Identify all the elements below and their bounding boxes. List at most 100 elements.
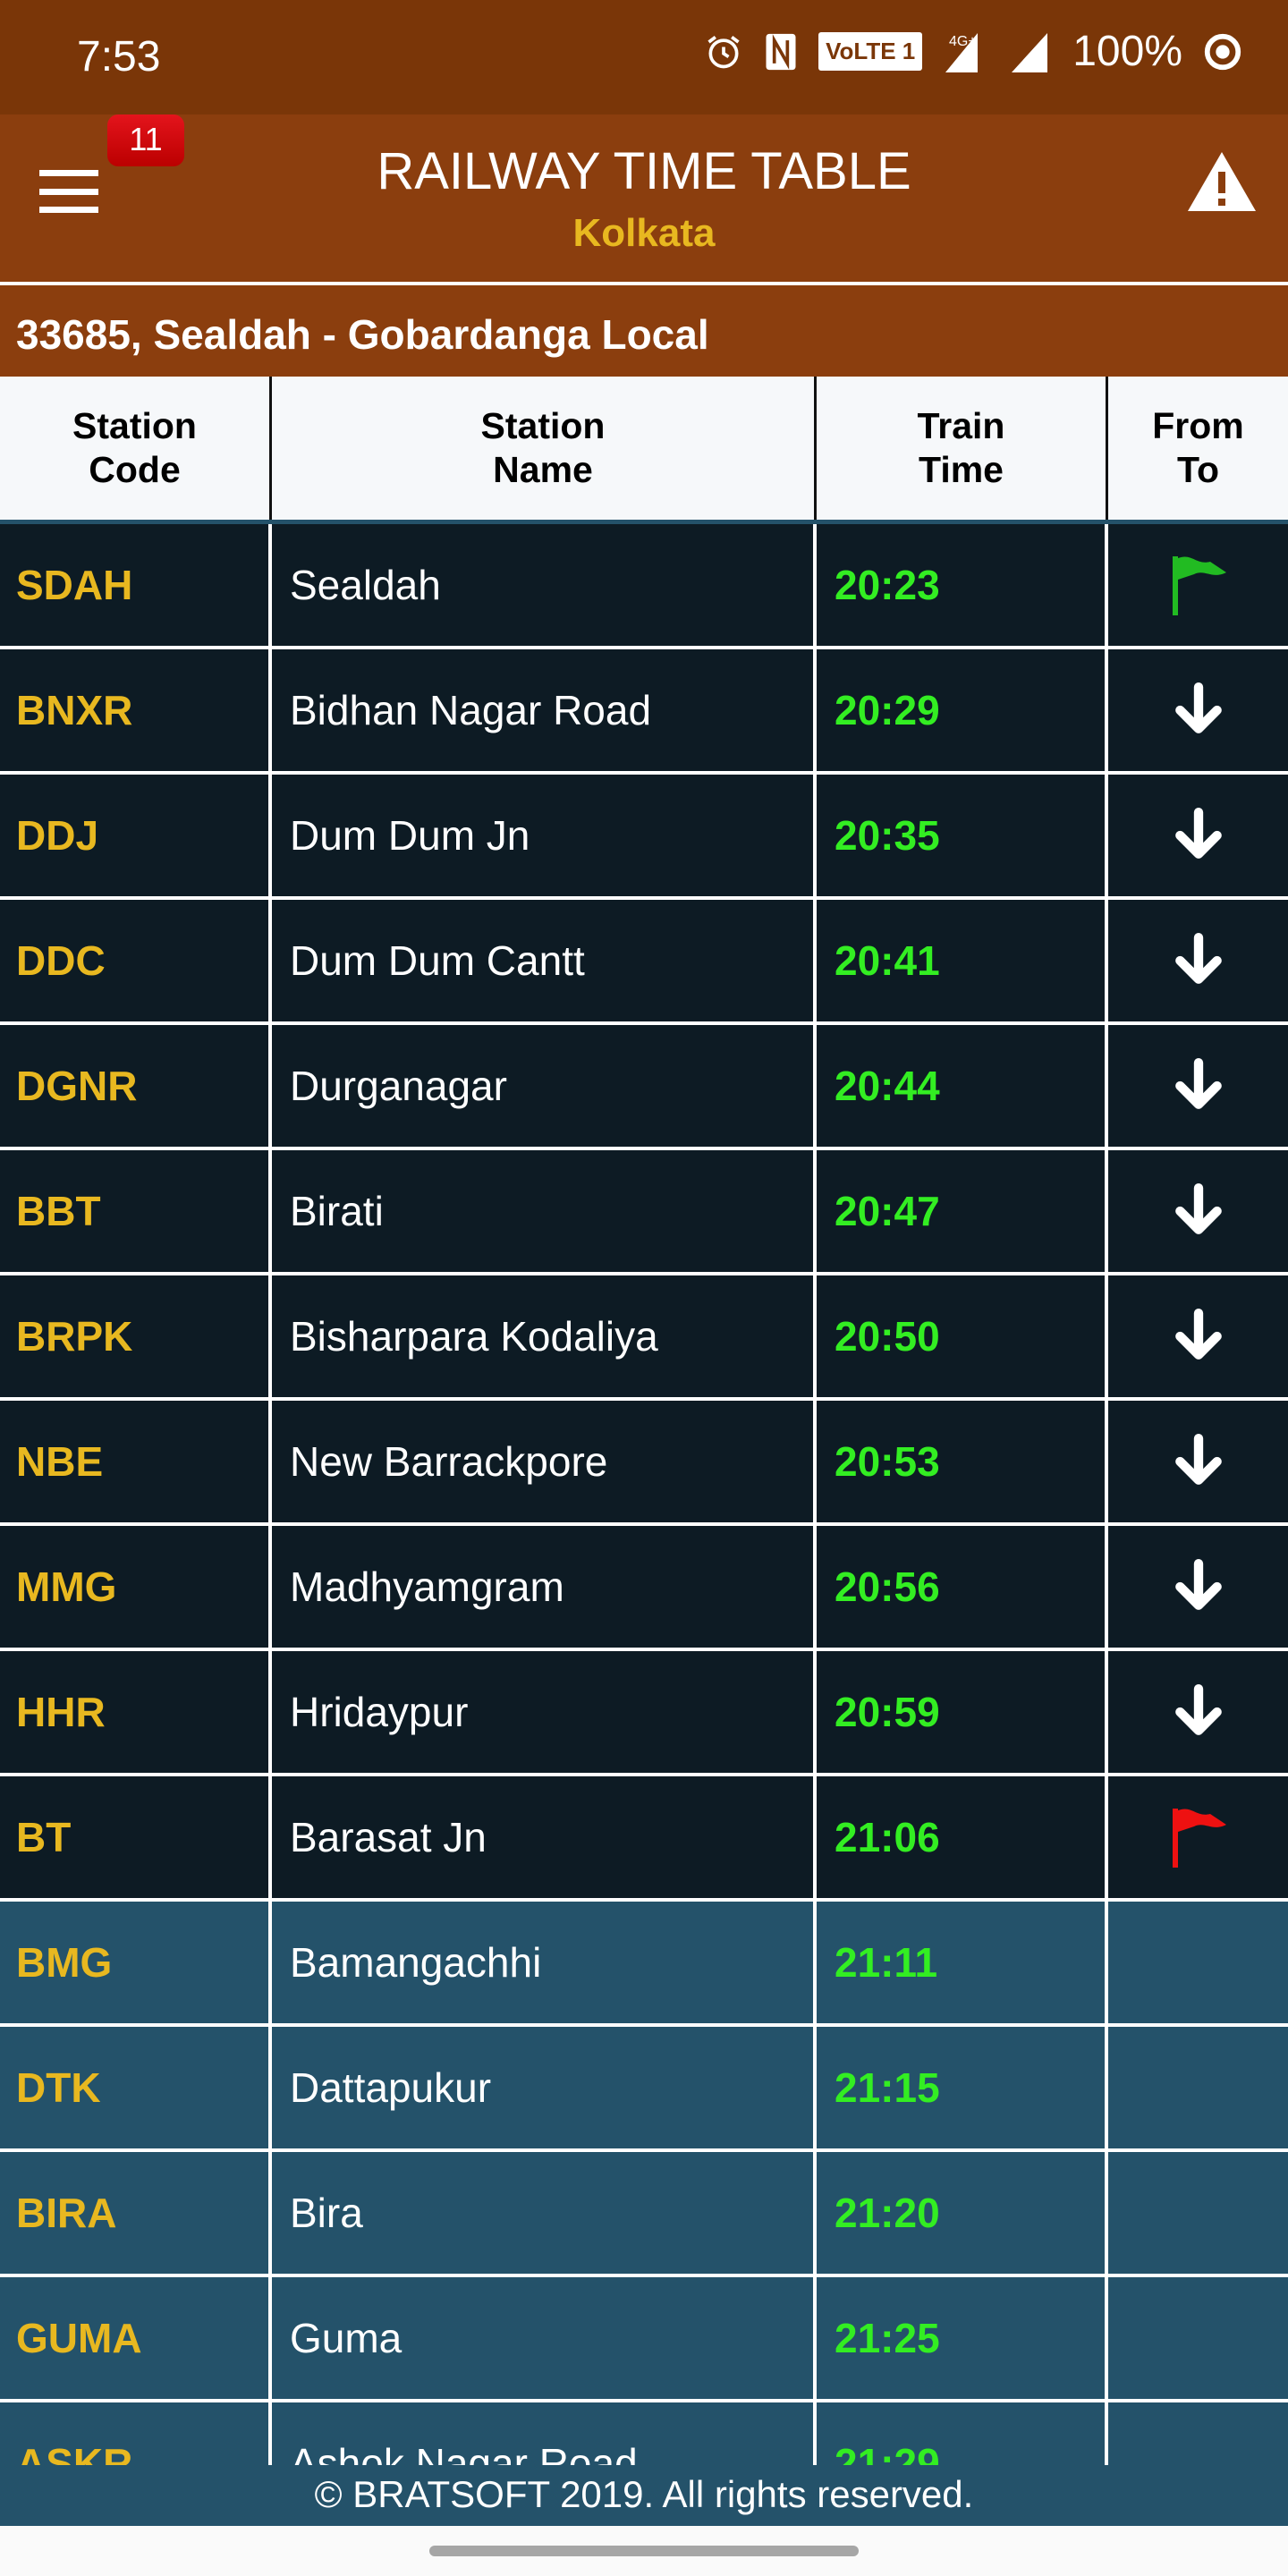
app-toolbar: 11 RAILWAY TIME TABLE Kolkata [0, 114, 1288, 282]
table-row[interactable]: DDJ Dum Dum Jn 20:35 [0, 775, 1288, 900]
clock: 7:53 [77, 33, 161, 80]
svg-text:4G+: 4G+ [949, 34, 977, 49]
train-time: 21:25 [817, 2277, 1108, 2399]
station-name: Ashok Nagar Road [272, 2402, 817, 2465]
station-code: DDC [0, 900, 272, 1021]
train-time: 20:35 [817, 775, 1108, 896]
table-row[interactable]: DTK Dattapukur 21:15 [0, 2027, 1288, 2152]
start-flag-icon [1172, 556, 1226, 615]
station-code: DGNR [0, 1025, 272, 1147]
from-to-marker [1108, 2152, 1288, 2274]
station-code: HHR [0, 1651, 272, 1773]
train-time: 20:23 [817, 524, 1108, 646]
copyright-footer: © BRATSOFT 2019. All rights reserved. [0, 2465, 1288, 2526]
table-row[interactable]: DGNR Durganagar 20:44 [0, 1025, 1288, 1150]
timetable-list[interactable]: SDAH Sealdah 20:23 BNXR Bidhan Nagar Roa… [0, 524, 1288, 2465]
station-name: Dum Dum Cantt [272, 900, 817, 1021]
station-code: DTK [0, 2027, 272, 2148]
volte-icon: VoLTE 1 [818, 32, 923, 71]
table-row[interactable]: BT Barasat Jn 21:06 [0, 1776, 1288, 1902]
table-row[interactable]: DDC Dum Dum Cantt 20:41 [0, 900, 1288, 1025]
train-time: 20:41 [817, 900, 1108, 1021]
train-time: 21:15 [817, 2027, 1108, 2148]
station-code: BBT [0, 1150, 272, 1272]
station-code: BMG [0, 1902, 272, 2023]
signal-4g-icon: 4G+ [945, 32, 979, 72]
from-to-marker [1108, 1401, 1288, 1522]
header-station-name: Station Name [272, 377, 817, 520]
table-row[interactable]: BIRA Bira 21:20 [0, 2152, 1288, 2277]
table-row[interactable]: ASKR Ashok Nagar Road 21:29 [0, 2402, 1288, 2465]
arrow-down-icon [1174, 933, 1222, 984]
table-row[interactable]: GUMA Guma 21:25 [0, 2277, 1288, 2402]
city-subtitle: Kolkata [572, 211, 716, 255]
from-to-marker [1108, 775, 1288, 896]
battery-saver-icon [1204, 33, 1241, 70]
table-row[interactable]: MMG Madhyamgram 20:56 [0, 1526, 1288, 1651]
arrow-down-icon [1174, 1684, 1222, 1735]
header-from-to: From To [1152, 404, 1244, 490]
station-name: Bidhan Nagar Road [272, 649, 817, 771]
arrow-down-icon [1174, 1058, 1222, 1109]
station-name: Guma [272, 2277, 817, 2399]
arrow-down-icon [1174, 808, 1222, 859]
from-to-marker [1108, 1150, 1288, 1272]
station-name: Bisharpara Kodaliya [272, 1275, 817, 1397]
station-code: MMG [0, 1526, 272, 1648]
station-name: Hridaypur [272, 1651, 817, 1773]
table-row[interactable]: BRPK Bisharpara Kodaliya 20:50 [0, 1275, 1288, 1401]
train-time: 21:06 [817, 1776, 1108, 1898]
table-row[interactable]: BBT Birati 20:47 [0, 1150, 1288, 1275]
train-time: 20:50 [817, 1275, 1108, 1397]
table-row[interactable]: BMG Bamangachhi 21:11 [0, 1902, 1288, 2027]
station-name: Dattapukur [272, 2027, 817, 2148]
from-to-marker [1108, 2402, 1288, 2465]
train-time: 20:44 [817, 1025, 1108, 1147]
from-to-marker [1108, 1776, 1288, 1898]
station-name: Bamangachhi [272, 1902, 817, 2023]
arrow-down-icon [1174, 682, 1222, 733]
signal-icon [1012, 32, 1048, 72]
arrow-down-icon [1174, 1309, 1222, 1360]
from-to-marker [1108, 1526, 1288, 1648]
table-row[interactable]: HHR Hridaypur 20:59 [0, 1651, 1288, 1776]
home-gesture-handle[interactable] [429, 2546, 859, 2556]
table-row[interactable]: BNXR Bidhan Nagar Road 20:29 [0, 649, 1288, 775]
station-code: BIRA [0, 2152, 272, 2274]
station-code: BT [0, 1776, 272, 1898]
train-time: 20:53 [817, 1401, 1108, 1522]
station-code: SDAH [0, 524, 272, 646]
from-to-marker [1108, 2277, 1288, 2399]
from-to-marker [1108, 2027, 1288, 2148]
header-train-time: Train Time [817, 377, 1108, 520]
train-time: 20:56 [817, 1526, 1108, 1648]
station-name: Durganagar [272, 1025, 817, 1147]
station-code: DDJ [0, 775, 272, 896]
arrow-down-icon [1174, 1183, 1222, 1234]
train-time: 21:20 [817, 2152, 1108, 2274]
from-to-marker [1108, 649, 1288, 771]
header-station-code: Station Code [0, 377, 272, 520]
from-to-marker [1108, 524, 1288, 646]
station-name: New Barrackpore [272, 1401, 817, 1522]
table-row[interactable]: NBE New Barrackpore 20:53 [0, 1401, 1288, 1526]
station-name: Sealdah [272, 524, 817, 646]
station-code: BNXR [0, 649, 272, 771]
app-title: RAILWAY TIME TABLE [377, 142, 911, 200]
station-name: Dum Dum Jn [272, 775, 817, 896]
nfc-icon [766, 33, 796, 70]
train-title: 33685, Sealdah - Gobardanga Local [0, 285, 1288, 377]
from-to-marker [1108, 1275, 1288, 1397]
table-row[interactable]: SDAH Sealdah 20:23 [0, 524, 1288, 649]
arrow-down-icon [1174, 1434, 1222, 1485]
from-to-marker [1108, 1902, 1288, 2023]
train-time: 20:59 [817, 1651, 1108, 1773]
train-time: 21:11 [817, 1902, 1108, 2023]
table-header: Station Code Station Name Train Time From To [0, 377, 1288, 524]
from-to-marker [1108, 1651, 1288, 1773]
alarm-icon [708, 35, 740, 68]
warning-icon[interactable] [1186, 150, 1258, 213]
from-to-marker [1108, 900, 1288, 1021]
train-time: 21:29 [817, 2402, 1108, 2465]
station-code: NBE [0, 1401, 272, 1522]
